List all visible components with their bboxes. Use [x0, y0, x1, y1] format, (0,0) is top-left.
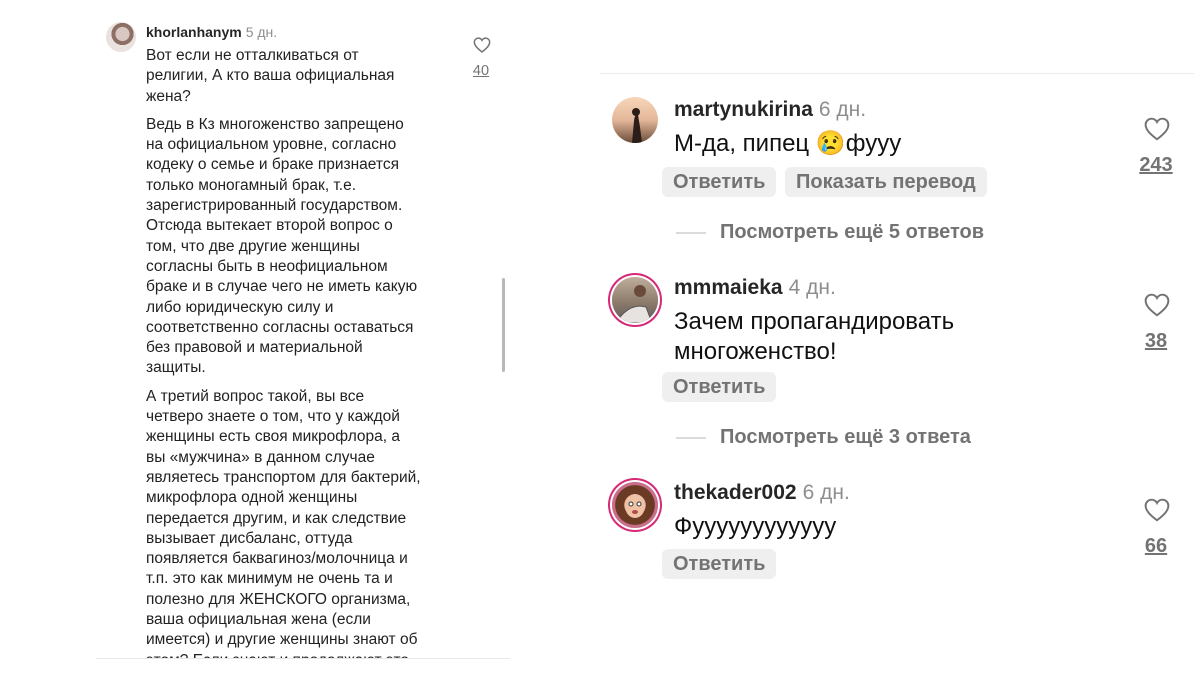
comment-header: khorlanhanym 5 дн.: [146, 24, 277, 40]
comment-header: thekader002 6 дн.: [674, 481, 850, 505]
timestamp: 6 дн.: [802, 481, 850, 504]
avatar[interactable]: [106, 22, 136, 52]
comments-list: martynukirina 6 дн. М-да, пипец 😢фууу Отв…: [600, 73, 1194, 676]
reply-button[interactable]: Ответить: [662, 167, 777, 197]
heart-outline-icon[interactable]: [1144, 117, 1170, 141]
comment-paragraph: Вот если не отталкиваться от религии, А …: [146, 47, 395, 105]
view-more-replies-label: Посмотреть ещё 5 ответов: [720, 221, 985, 243]
left-comment-panel: khorlanhanym 5 дн. Вот если не отталкиват…: [96, 0, 510, 659]
reply-button[interactable]: Ответить: [662, 372, 777, 402]
show-translation-button[interactable]: Показать перевод: [785, 167, 987, 197]
reply-button[interactable]: Ответить: [662, 549, 777, 579]
timestamp: 6 дн.: [818, 98, 867, 121]
timestamp: 5 дн.: [245, 24, 278, 40]
username[interactable]: khorlanhanym: [146, 24, 242, 40]
comment-text: Вот если не отталкиваться от религии, А …: [146, 46, 464, 658]
like-count[interactable]: 38: [1128, 330, 1184, 353]
view-more-replies-label: Посмотреть ещё 3 ответа: [720, 426, 971, 448]
avatar[interactable]: [612, 97, 658, 143]
like-count[interactable]: 66: [1128, 535, 1184, 558]
username[interactable]: mmmaieka: [674, 276, 783, 299]
comment-paragraph: Ведь в Кз многоженство запрещено на офиц…: [146, 115, 418, 377]
comment-text: Фуууууууууууу: [674, 513, 837, 540]
like-count[interactable]: 243: [1128, 154, 1184, 177]
username[interactable]: thekader002: [674, 481, 797, 504]
comment-header: martynukirina 6 дн.: [674, 98, 866, 122]
like-count[interactable]: 40: [464, 63, 498, 79]
view-more-replies[interactable]: Посмотреть ещё 5 ответов: [676, 221, 985, 243]
heart-outline-icon[interactable]: [1144, 293, 1170, 317]
divider: [676, 231, 706, 234]
view-more-replies[interactable]: Посмотреть ещё 3 ответа: [676, 426, 971, 448]
username[interactable]: martynukirina: [674, 98, 813, 121]
timestamp: 4 дн.: [788, 276, 836, 299]
heart-outline-icon[interactable]: [1144, 498, 1170, 522]
comment-paragraph: А третий вопрос такой, вы все четверо зн…: [146, 387, 421, 658]
scrollbar[interactable]: [502, 278, 505, 372]
avatar[interactable]: [612, 277, 658, 323]
comment-header: mmmaieka 4 дн.: [674, 276, 836, 300]
comment-text: М-да, пипец 😢фууу: [674, 130, 902, 157]
comment-text: Зачем пропагандировать многоженство!: [674, 308, 955, 365]
avatar[interactable]: [612, 482, 658, 528]
heart-outline-icon[interactable]: [473, 37, 491, 53]
divider: [676, 436, 706, 439]
